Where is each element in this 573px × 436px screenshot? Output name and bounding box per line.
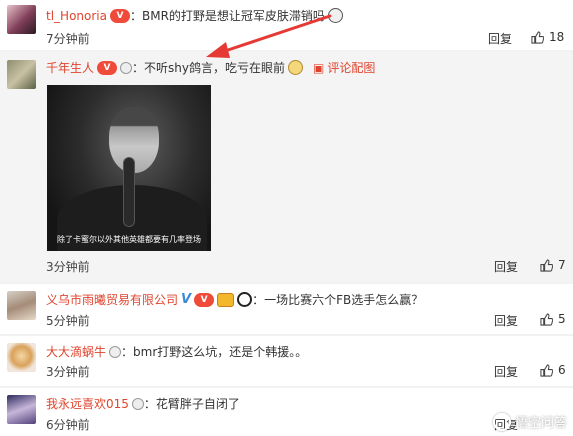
panda-emoji-icon	[237, 292, 253, 307]
verified-icon: V	[181, 292, 192, 307]
comment-line: 大大滴蜗牛 ：bmr打野这么坑，还是个韩援。。	[46, 343, 307, 360]
reply-button[interactable]: 回复	[488, 30, 512, 47]
avatar[interactable]	[7, 60, 36, 89]
timestamp: 5分钟前	[46, 314, 90, 328]
username[interactable]: 千年生人	[46, 59, 94, 76]
comment-line: tl_Honoria V ：BMR的打野是想让冠军皮肤滞销吗	[46, 7, 343, 24]
doge-emoji-icon	[287, 60, 303, 75]
comment-item: tl_Honoria V ：BMR的打野是想让冠军皮肤滞销吗 7分钟前 回复 1…	[0, 0, 573, 50]
avatar[interactable]	[7, 5, 36, 34]
avatar[interactable]	[7, 395, 36, 424]
microphone-shape	[123, 157, 135, 227]
reply-button[interactable]: 回复	[494, 258, 518, 275]
thumbs-up-icon	[531, 30, 544, 44]
username[interactable]: 大大滴蜗牛	[46, 343, 106, 360]
vip-crown-icon: V	[109, 8, 130, 23]
like-button[interactable]: 18	[531, 30, 564, 44]
image-caption: 除了卡蜜尔以外其他英雄都要有几率登场	[57, 235, 201, 244]
medal-icon	[131, 397, 144, 410]
timestamp: 7分钟前	[46, 32, 90, 46]
comment-text: ：一场比赛六个FB选手怎么赢？	[252, 293, 424, 307]
medal-icon	[109, 345, 122, 358]
reply-button[interactable]: 回复	[494, 312, 518, 329]
like-count: 7	[558, 258, 566, 272]
laugh-emoji-icon	[217, 292, 235, 307]
like-count: 18	[549, 30, 565, 44]
username[interactable]: 我永远喜欢015	[46, 395, 129, 412]
avatar[interactable]	[7, 343, 36, 372]
like-button[interactable]: 7	[540, 258, 566, 272]
medal-icon	[120, 61, 133, 74]
reply-button[interactable]: 回复	[494, 363, 518, 380]
thumbs-up-icon	[540, 258, 553, 272]
username[interactable]: tl_Honoria	[46, 9, 107, 23]
watermark: 悟空问答	[492, 412, 567, 431]
comment-item: 大大滴蜗牛 ：bmr打野这么坑，还是个韩援。。 3分钟前 回复 6	[0, 336, 573, 386]
like-button[interactable]: 6	[540, 363, 566, 377]
timestamp: 3分钟前	[46, 365, 90, 379]
timestamp: 3分钟前	[46, 260, 90, 274]
comment-text: ：BMR的打野是想让冠军皮肤滞销吗	[129, 9, 325, 23]
comment-line: 千年生人 V ：不听shy鸽言，吃亏在眼前 ▣ 评论配图	[46, 59, 375, 76]
username[interactable]: 义乌市雨曦贸易有限公司	[46, 291, 178, 308]
thumbs-up-icon	[540, 312, 553, 326]
like-count: 5	[558, 312, 566, 326]
comment-line: 我永远喜欢015 ：花臂胖子自闭了	[46, 395, 240, 412]
thumbs-up-icon	[540, 363, 553, 377]
avatar[interactable]	[7, 291, 36, 320]
vip-crown-icon: V	[194, 292, 215, 307]
vip-crown-icon: V	[97, 60, 118, 75]
comment-image-link[interactable]: 评论配图	[327, 59, 375, 76]
comment-line: 义乌市雨曦贸易有限公司 V V ：一场比赛六个FB选手怎么赢？	[46, 291, 423, 308]
comment-item: 义乌市雨曦贸易有限公司 V V ：一场比赛六个FB选手怎么赢？ 5分钟前 回复 …	[0, 284, 573, 334]
watermark-text: 悟空问答	[514, 416, 567, 431]
comment-image[interactable]: 除了卡蜜尔以外其他英雄都要有几率登场	[47, 85, 211, 251]
image-icon[interactable]: ▣	[313, 61, 324, 75]
crying-emoji-icon	[327, 8, 343, 23]
like-button[interactable]: 5	[540, 312, 566, 326]
watermark-logo-icon	[492, 412, 511, 431]
comment-text: ：不听shy鸽言，吃亏在眼前	[132, 61, 285, 75]
comment-item: 我永远喜欢015 ：花臂胖子自闭了 6分钟前 回复	[0, 388, 573, 436]
comment-text: ：花臂胖子自闭了	[143, 397, 240, 411]
like-count: 6	[558, 363, 566, 377]
timestamp: 6分钟前	[46, 418, 90, 432]
comment-item: 千年生人 V ：不听shy鸽言，吃亏在眼前 ▣ 评论配图 除了卡蜜尔以外其他英雄…	[0, 52, 573, 282]
comment-text: ：bmr打野这么坑，还是个韩援。。	[121, 345, 308, 359]
